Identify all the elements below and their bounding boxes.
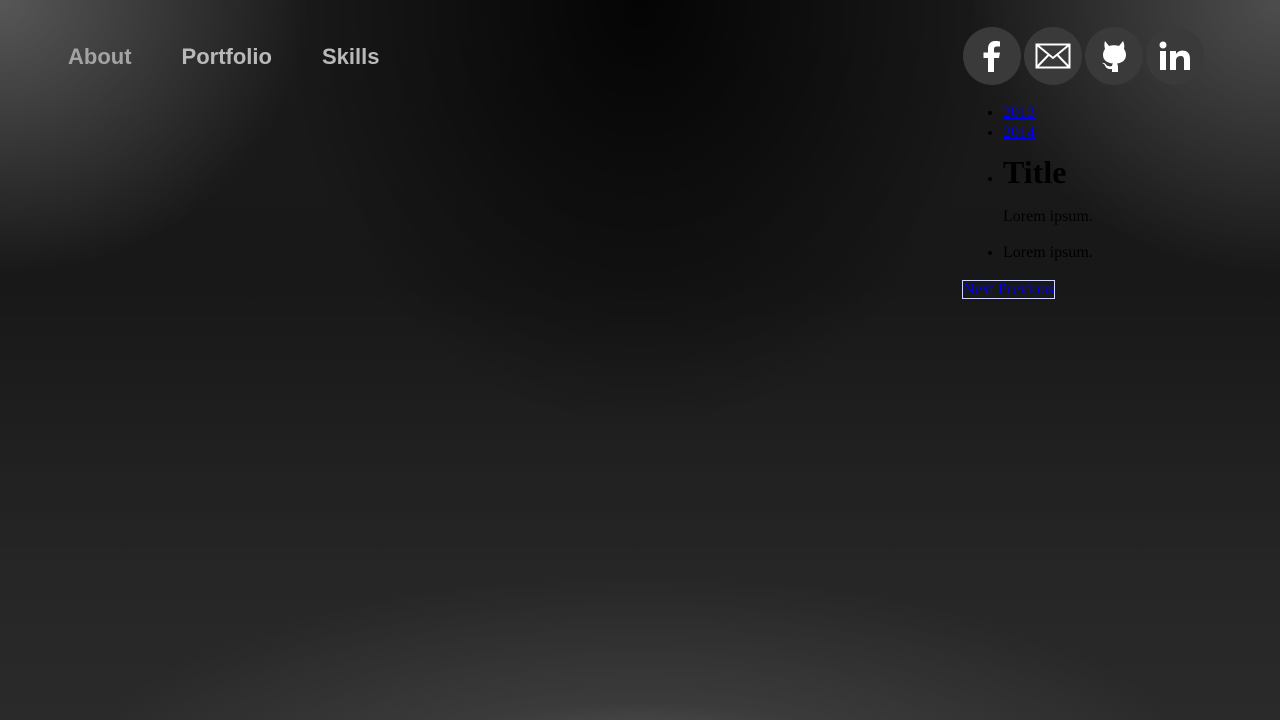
post-title: Title bbox=[1003, 154, 1067, 190]
post-list: Title Lorem ipsum. Lorem ipsum. bbox=[963, 153, 1263, 263]
next-link[interactable]: Next bbox=[963, 281, 994, 298]
github-icon bbox=[1102, 41, 1126, 72]
github-button[interactable] bbox=[1085, 27, 1143, 85]
nav-portfolio-link[interactable]: Portfolio bbox=[182, 42, 272, 72]
pager: Next Previous bbox=[961, 280, 1263, 299]
archive-year-link[interactable]: 2013 bbox=[1003, 104, 1035, 121]
social-links bbox=[963, 27, 1263, 85]
archive-year-item: 2014 bbox=[1003, 123, 1263, 143]
linkedin-button[interactable] bbox=[1146, 27, 1204, 85]
mail-button[interactable] bbox=[1024, 27, 1082, 85]
archive-year-link[interactable]: 2014 bbox=[1003, 124, 1035, 141]
nav-skills-link[interactable]: Skills bbox=[322, 42, 379, 72]
post-item: Title Lorem ipsum. bbox=[1003, 153, 1263, 227]
post-body: Lorem ipsum. bbox=[1003, 208, 1093, 225]
archive-year-list: 2013 2014 bbox=[963, 103, 1263, 143]
archive-year-item: 2013 bbox=[1003, 103, 1263, 123]
linkedin-icon bbox=[1159, 41, 1190, 70]
sidebar: 2013 2014 Title Lorem ipsum. Lorem ipsum… bbox=[961, 27, 1263, 299]
main-nav: About Portfolio Skills bbox=[68, 42, 379, 72]
mail-icon bbox=[1035, 43, 1071, 69]
previous-link[interactable]: Previous bbox=[998, 281, 1054, 298]
nav-about-link[interactable]: About bbox=[68, 42, 132, 72]
facebook-icon bbox=[983, 41, 1000, 72]
post-item: Lorem ipsum. bbox=[1003, 243, 1263, 263]
pager-links: Next Previous bbox=[961, 280, 1056, 299]
facebook-button[interactable] bbox=[963, 27, 1021, 85]
